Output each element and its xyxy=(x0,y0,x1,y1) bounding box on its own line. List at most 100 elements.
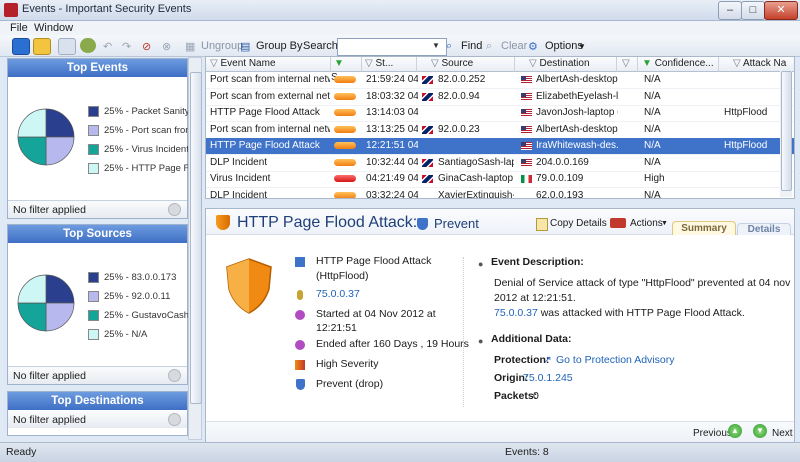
sidebar-scrollbar[interactable] xyxy=(188,57,202,440)
legend-item: 25% - HTTP Page Flo xyxy=(88,163,197,174)
minimize-button[interactable]: – xyxy=(718,1,742,20)
legend-swatch xyxy=(88,272,99,283)
origin-link[interactable]: 75.0.1.245 xyxy=(523,371,573,386)
column-header-filter[interactable]: ▽ xyxy=(617,57,638,72)
important-filter-icon[interactable] xyxy=(12,38,30,55)
clear-button[interactable]: Clear xyxy=(501,40,527,52)
clear-filter-icon[interactable] xyxy=(168,369,181,382)
table-row[interactable]: Port scan from external network 18:03:32 … xyxy=(206,89,794,106)
table-row[interactable]: Port scan from internal network 13:13:25 … xyxy=(206,122,794,139)
bullet-icon: ● xyxy=(478,336,484,346)
table-row[interactable]: HTTP Page Flood Attack 12:21:51 04... IraW… xyxy=(206,138,794,155)
origin-ip-link[interactable]: 75.0.0.37 xyxy=(316,287,360,302)
column-header-attack-name[interactable]: ▽ Attack Na xyxy=(719,57,794,72)
clear-filter-icon[interactable] xyxy=(168,413,181,426)
next-arrow-icon[interactable]: ▼ xyxy=(753,424,767,438)
cell-confidence: N/A xyxy=(644,90,661,102)
redo-icon[interactable]: ↷ xyxy=(122,40,131,53)
user-filter-icon[interactable] xyxy=(33,38,51,55)
top-events-title[interactable]: Top Events xyxy=(8,59,187,77)
cell-destination: 62.0.0.193 xyxy=(536,189,584,199)
cell-source: SantiagoSash-lapt... xyxy=(438,156,514,168)
tab-details[interactable]: Details xyxy=(737,223,791,235)
table-row[interactable]: HTTP Page Flood Attack 13:14:03 04... Javo… xyxy=(206,105,794,122)
table-row[interactable]: DLP Incident 03:32:24 04... XavierExtingui… xyxy=(206,188,794,199)
grid-scrollbar[interactable] xyxy=(780,71,792,197)
pie-slice-http-flood xyxy=(17,108,47,138)
origin-ip-icon xyxy=(297,290,303,300)
flag-icon xyxy=(422,76,433,84)
menu-window[interactable]: Window xyxy=(34,22,73,34)
prevent-drop-icon xyxy=(296,379,305,390)
top-sources-panel: Top Sources 25% - 83.0.0.173 25% - 92.0.… xyxy=(7,224,194,385)
protection-label: Protection: xyxy=(494,354,550,366)
large-shield-icon xyxy=(226,258,272,314)
column-header-source[interactable]: ▽ Source xyxy=(417,57,515,72)
actions-button[interactable]: Actions xyxy=(630,218,663,229)
attack-name-line1: HTTP Page Flood Attack xyxy=(316,255,432,267)
options-dropdown-icon[interactable]: ▼ xyxy=(578,42,586,51)
sidebar-scroll-thumb[interactable] xyxy=(190,72,202,404)
cancel-icon[interactable]: ⊗ xyxy=(162,40,171,53)
description-ip-link[interactable]: 75.0.0.37 xyxy=(494,307,538,319)
column-header-start[interactable]: ▽ St... xyxy=(362,57,417,72)
cell-start-time: 12:21:51 04... xyxy=(366,140,418,151)
protection-advisory-link[interactable]: Go to Protection Advisory xyxy=(556,353,674,368)
previous-button[interactable]: Previous xyxy=(693,428,732,439)
attack-type-icon xyxy=(295,257,305,267)
cell-confidence: N/A xyxy=(644,156,661,168)
group-by-icon: ▤ xyxy=(240,41,251,53)
column-header-confidence[interactable]: ▼ Confidence... xyxy=(638,57,719,72)
cell-start-time: 13:13:25 04... xyxy=(366,123,418,135)
severity-indicator xyxy=(334,175,356,182)
search-input[interactable] xyxy=(337,38,447,56)
details-icon[interactable] xyxy=(58,38,76,55)
column-header-destination[interactable]: ▽ Destination xyxy=(515,57,617,72)
grid-scroll-thumb[interactable] xyxy=(781,71,792,191)
cell-source: GinaCash-laptop (8... xyxy=(438,173,514,184)
actions-icon xyxy=(610,218,626,228)
pie-slice-92 xyxy=(45,302,75,332)
severity-indicator xyxy=(334,125,356,133)
cell-destination: ElizabethEyelash-l... xyxy=(536,90,618,102)
close-button[interactable]: ✕ xyxy=(764,1,798,20)
cell-start-time: 13:14:03 04... xyxy=(366,107,418,118)
legend-swatch xyxy=(88,329,99,340)
stop-icon[interactable]: ⊘ xyxy=(142,40,151,53)
table-row[interactable]: Virus Incident 04:21:49 04... GinaCash-lap… xyxy=(206,171,794,188)
column-header-event-name[interactable]: ▽ Event Name xyxy=(206,57,331,72)
user-icon[interactable] xyxy=(80,38,96,53)
group-by-button[interactable]: Group By xyxy=(256,40,302,52)
tab-summary[interactable]: Summary xyxy=(672,221,736,235)
maximize-button[interactable]: □ xyxy=(741,1,765,20)
cell-event-name: DLP Incident xyxy=(210,189,268,199)
menu-file[interactable]: File xyxy=(10,22,28,34)
previous-arrow-icon[interactable]: ▲ xyxy=(728,424,742,438)
table-row[interactable]: DLP Incident 10:32:44 04... SantiagoSash-l… xyxy=(206,155,794,172)
cell-start-time: 03:32:24 04... xyxy=(366,189,418,199)
cell-confidence: High xyxy=(644,173,665,184)
next-button[interactable]: Next xyxy=(772,428,793,439)
actions-dropdown-icon[interactable]: ▼ xyxy=(661,220,668,227)
cell-start-time: 04:21:49 04... xyxy=(366,173,418,184)
splitter[interactable] xyxy=(205,199,793,205)
event-description-title: Event Description: xyxy=(491,256,584,268)
legend-swatch xyxy=(88,144,99,155)
column-header-severity[interactable]: ▼ S... xyxy=(331,57,362,83)
severity-indicator xyxy=(334,142,356,149)
start-time-icon xyxy=(295,310,305,320)
undo-icon[interactable]: ↶ xyxy=(103,40,112,53)
severity-indicator xyxy=(334,92,356,100)
cell-start-time: 18:03:32 04... xyxy=(366,90,418,102)
search-dropdown-icon[interactable]: ▼ xyxy=(432,41,440,50)
table-row[interactable]: Port scan from internal network 21:59:24 … xyxy=(206,72,794,89)
top-destinations-title[interactable]: Top Destinations xyxy=(8,392,187,410)
start-time-line1: Started at 04 Nov 2012 at xyxy=(316,308,436,320)
copy-details-button[interactable]: Copy Details xyxy=(550,218,607,229)
clear-filter-icon[interactable] xyxy=(168,203,181,216)
ungroup-button[interactable]: Ungroup xyxy=(201,40,243,52)
top-sources-title[interactable]: Top Sources xyxy=(8,225,187,243)
pie-slice-gustavo xyxy=(17,302,47,332)
find-button[interactable]: Find xyxy=(461,40,482,52)
ungroup-icon: ▦ xyxy=(185,41,196,53)
